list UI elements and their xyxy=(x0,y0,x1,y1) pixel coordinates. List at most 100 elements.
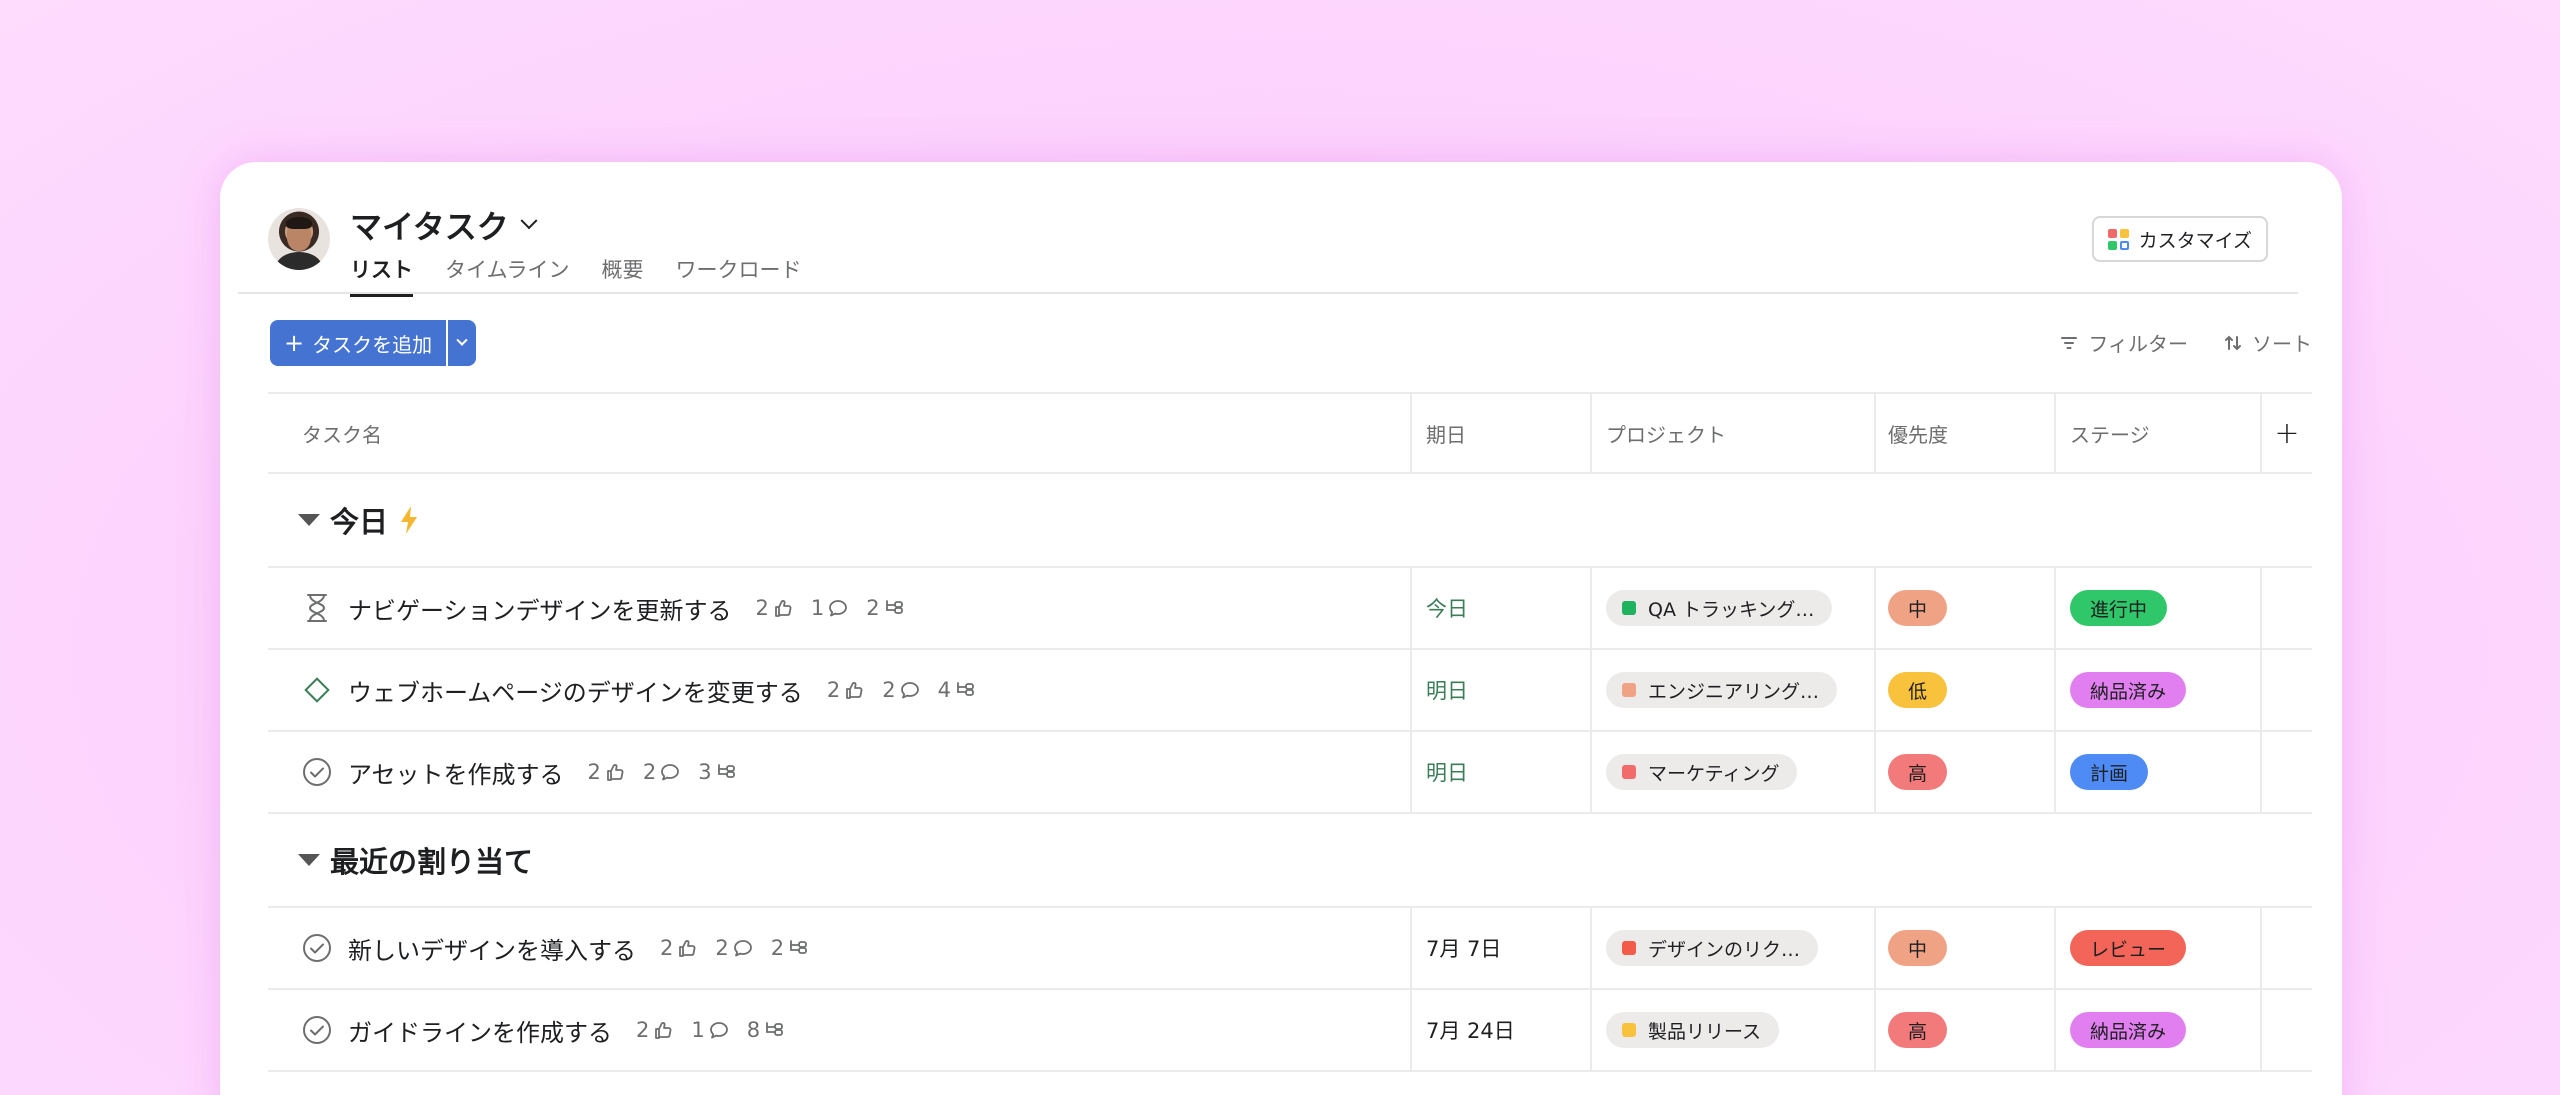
task-meta: 223 xyxy=(588,760,738,784)
section-title: 今日 xyxy=(330,505,389,539)
project-pill[interactable]: 製品リリース xyxy=(1606,1012,1780,1048)
project-pill[interactable]: マーケティング xyxy=(1606,754,1798,790)
hourglass-icon[interactable] xyxy=(302,593,332,623)
priority-cell[interactable]: 高 xyxy=(1876,990,2056,1070)
avatar[interactable] xyxy=(268,208,330,270)
priority-pill[interactable]: 中 xyxy=(1888,930,1948,966)
stage-pill[interactable]: 納品済み xyxy=(2070,672,2187,708)
table-row[interactable]: 新しいデザインを導入する 2 2 2 7月 7日 デザインのリク… 中レビュー xyxy=(268,908,2312,990)
comments-count[interactable]: 2 xyxy=(643,760,680,784)
stage-pill[interactable]: レビュー xyxy=(2070,930,2187,966)
table-row[interactable]: ガイドラインを作成する 2 1 8 7月 24日 製品リリース 高 納品済み xyxy=(268,990,2312,1072)
subtasks-count[interactable]: 8 xyxy=(747,1018,786,1042)
due-date-cell[interactable]: 7月 7日 xyxy=(1412,908,1592,988)
priority-pill[interactable]: 高 xyxy=(1888,1012,1948,1048)
table-row[interactable]: ウェブホームページのデザインを変更する 2 2 4 明日 エンジニアリング… 低納品済み xyxy=(268,650,2312,732)
diamond-icon[interactable] xyxy=(302,675,332,705)
caret-down-icon[interactable] xyxy=(298,514,320,526)
tab-list[interactable]: リスト xyxy=(350,254,413,297)
priority-pill[interactable]: 高 xyxy=(1888,754,1948,790)
subtasks-count[interactable]: 2 xyxy=(771,936,810,960)
task-meta: 224 xyxy=(827,678,977,702)
task-name-cell[interactable]: アセットを作成する 2 2 3 xyxy=(268,732,1412,812)
priority-cell[interactable]: 中 xyxy=(1876,908,2056,988)
column-header-task-name[interactable]: タスク名 xyxy=(268,394,1412,472)
caret-down-icon[interactable] xyxy=(298,854,320,866)
check-circle-icon[interactable] xyxy=(302,933,332,963)
stage-cell[interactable]: 進行中 xyxy=(2056,568,2262,648)
project-pill[interactable]: QA トラッキング… xyxy=(1606,590,1833,626)
project-pill[interactable]: デザインのリク… xyxy=(1606,930,1819,966)
add-task-button[interactable]: + タスクを追加 xyxy=(270,320,446,366)
task-name-cell[interactable]: ガイドラインを作成する 2 1 8 xyxy=(268,990,1412,1070)
likes-count[interactable]: 2 xyxy=(660,936,697,960)
project-cell[interactable]: 製品リリース xyxy=(1592,990,1876,1070)
stage-cell[interactable]: レビュー xyxy=(2056,908,2262,988)
likes-count[interactable]: 2 xyxy=(827,678,864,702)
tab-timeline[interactable]: タイムライン xyxy=(445,254,570,297)
column-header-priority[interactable]: 優先度 xyxy=(1876,394,2056,472)
column-header-due-date[interactable]: 期日 xyxy=(1412,394,1592,472)
tab-workload[interactable]: ワークロード xyxy=(676,254,802,297)
task-name[interactable]: ガイドラインを作成する xyxy=(348,1013,612,1048)
add-task-dropdown-button[interactable] xyxy=(446,320,476,366)
likes-count[interactable]: 2 xyxy=(756,596,793,620)
comments-count[interactable]: 2 xyxy=(715,936,752,960)
page-title[interactable]: マイタスク xyxy=(350,202,538,248)
sort-label: ソート xyxy=(2252,332,2312,356)
column-header-stage[interactable]: ステージ xyxy=(2056,394,2262,472)
likes-count[interactable]: 2 xyxy=(636,1018,673,1042)
due-date-cell[interactable]: 7月 24日 xyxy=(1412,990,1592,1070)
priority-pill[interactable]: 中 xyxy=(1888,590,1948,626)
column-header-project[interactable]: プロジェクト xyxy=(1592,394,1876,472)
table-row[interactable]: アセットを作成する 2 2 3 明日 マーケティング高計画 xyxy=(268,732,2312,814)
check-circle-icon[interactable] xyxy=(302,1015,332,1045)
project-cell[interactable]: マーケティング xyxy=(1592,732,1876,812)
task-name-cell[interactable]: ナビゲーションデザインを更新する 2 1 2 xyxy=(268,568,1412,648)
task-name[interactable]: アセットを作成する xyxy=(348,755,564,790)
priority-cell[interactable]: 中 xyxy=(1876,568,2056,648)
add-column-button[interactable]: + xyxy=(2262,394,2312,472)
project-cell[interactable]: デザインのリク… xyxy=(1592,908,1876,988)
comments-count[interactable]: 2 xyxy=(882,678,919,702)
task-name[interactable]: ウェブホームページのデザインを変更する xyxy=(348,673,803,708)
sort-button[interactable]: ソート xyxy=(2224,328,2312,357)
page-title-text: マイタスク xyxy=(350,208,509,246)
stage-cell[interactable]: 計画 xyxy=(2056,732,2262,812)
subtasks-count[interactable]: 3 xyxy=(698,760,737,784)
stage-pill[interactable]: 進行中 xyxy=(2070,590,2168,626)
task-name-cell[interactable]: ウェブホームページのデザインを変更する 2 2 4 xyxy=(268,650,1412,730)
comments-count[interactable]: 1 xyxy=(691,1018,728,1042)
priority-cell[interactable]: 低 xyxy=(1876,650,2056,730)
comment-icon xyxy=(733,938,753,958)
subtasks-count[interactable]: 4 xyxy=(938,678,977,702)
customize-button[interactable]: カスタマイズ xyxy=(2091,216,2268,262)
task-name[interactable]: 新しいデザインを導入する xyxy=(348,931,636,966)
comments-count[interactable]: 1 xyxy=(811,596,848,620)
due-date-cell[interactable]: 明日 xyxy=(1412,732,1592,812)
due-date-cell[interactable]: 今日 xyxy=(1412,568,1592,648)
check-circle-icon[interactable] xyxy=(302,757,332,787)
section-header[interactable]: 最近の割り当て xyxy=(268,814,2312,908)
task-name-cell[interactable]: 新しいデザインを導入する 2 2 2 xyxy=(268,908,1412,988)
project-cell[interactable]: QA トラッキング… xyxy=(1592,568,1876,648)
empty-cell xyxy=(2262,990,2312,1070)
table-row[interactable]: ナビゲーションデザインを更新する 2 1 2 今日 QA トラッキング… 中 進行中 xyxy=(268,568,2312,650)
stage-cell[interactable]: 納品済み xyxy=(2056,990,2262,1070)
priority-cell[interactable]: 高 xyxy=(1876,732,2056,812)
stage-cell[interactable]: 納品済み xyxy=(2056,650,2262,730)
section-header[interactable]: 今日 xyxy=(268,474,2312,568)
tab-overview[interactable]: 概要 xyxy=(602,254,644,297)
filter-button[interactable]: フィルター xyxy=(2060,328,2188,357)
due-date-cell[interactable]: 明日 xyxy=(1412,650,1592,730)
customize-grid-icon xyxy=(2107,228,2129,250)
stage-pill[interactable]: 納品済み xyxy=(2070,1012,2187,1048)
stage-pill[interactable]: 計画 xyxy=(2070,754,2149,790)
task-name[interactable]: ナビゲーションデザインを更新する xyxy=(348,591,732,626)
priority-pill[interactable]: 低 xyxy=(1888,672,1948,708)
chevron-down-icon[interactable] xyxy=(520,212,538,230)
project-pill[interactable]: エンジニアリング… xyxy=(1606,672,1838,708)
project-cell[interactable]: エンジニアリング… xyxy=(1592,650,1876,730)
likes-count[interactable]: 2 xyxy=(588,760,625,784)
subtasks-count[interactable]: 2 xyxy=(866,596,905,620)
